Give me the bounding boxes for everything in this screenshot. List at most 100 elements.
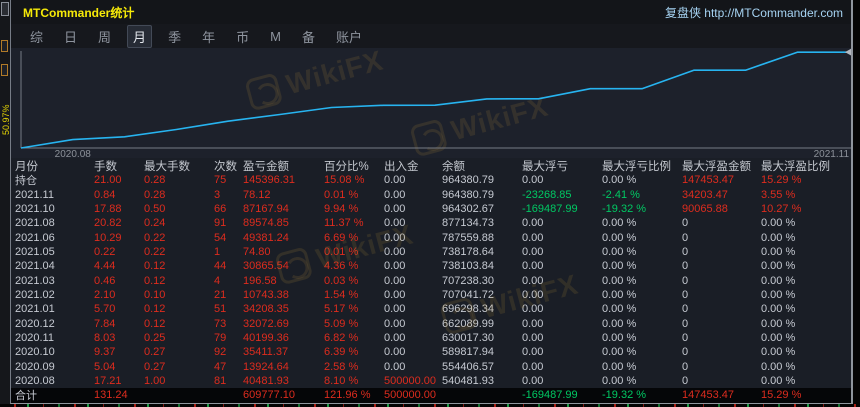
column-header[interactable]: 最大浮亏 xyxy=(522,158,602,174)
cell: 964380.79 xyxy=(442,188,494,201)
table-row[interactable]: 2020.11 8.03 0.25 79 40199.36 6.82 % 0.00 63001… xyxy=(11,331,851,345)
cell: 2.58 % xyxy=(324,360,359,373)
cell: 2021.11 xyxy=(15,188,54,201)
cell: 持仓 xyxy=(15,175,37,188)
cell: 2021.10 xyxy=(15,202,55,215)
menu-item-账户[interactable]: 账户 xyxy=(331,26,367,47)
column-header[interactable]: 手数 xyxy=(94,158,144,174)
brand-link[interactable]: 复盘侠 http://MTCommander.com xyxy=(665,4,843,21)
column-header[interactable]: 余额 xyxy=(442,158,522,174)
menu-item-年[interactable]: 年 xyxy=(197,26,220,47)
mtcommander-stats-window: MTCommander统计 复盘侠 http://MTCommander.com… xyxy=(10,0,853,404)
menu-item-日[interactable]: 日 xyxy=(59,26,82,47)
cell: 15.29 % xyxy=(761,389,802,402)
column-header[interactable]: 最大手数 xyxy=(144,158,214,174)
table-row[interactable]: 2020.09 5.04 0.27 47 13924.64 2.58 % 0.00 55440… xyxy=(11,359,851,373)
table-row[interactable]: 2020.08 17.21 1.00 81 40481.93 8.10 % 500000.0… xyxy=(11,374,851,388)
cell: 554406.57 xyxy=(442,360,494,373)
cell: 91 xyxy=(214,217,227,230)
cell: 964380.79 xyxy=(442,174,494,187)
cell: 0.00 % xyxy=(761,374,796,387)
table-row[interactable]: 持仓 21.00 0.28 75 145396.31 15.08 % 0.00 964380.… xyxy=(11,173,851,187)
column-header[interactable]: 最大浮盈比例 xyxy=(761,158,851,174)
table-total-row[interactable]: 合计 131.24 609777.10 121.96 % 500000.00 -16948… xyxy=(11,388,851,403)
menu-item-月[interactable]: 月 xyxy=(127,24,153,48)
cell: 32072.69 xyxy=(243,317,289,330)
cell: 74.80 xyxy=(243,245,271,258)
menu-item-M[interactable]: M xyxy=(265,28,286,45)
cell: 0 xyxy=(682,260,689,273)
menu-item-综[interactable]: 综 xyxy=(25,26,48,47)
table-row[interactable]: 2021.02 2.10 0.10 21 10743.38 1.54 % 0.00 70704… xyxy=(11,288,851,302)
table-row[interactable]: 2021.10 17.88 0.50 66 87167.94 9.94 % 0.00 9643… xyxy=(11,202,851,216)
cell: 0.00 % xyxy=(761,346,796,359)
menu-item-币[interactable]: 币 xyxy=(231,26,254,47)
table-row[interactable]: 2021.03 0.46 0.12 4 196.58 0.03 % 0.00 707238.3… xyxy=(11,273,851,287)
cell: 合计 xyxy=(15,390,37,403)
cell: 0.00 xyxy=(384,245,406,258)
column-header[interactable]: 最大浮盈金额 xyxy=(682,158,761,174)
cell: 609777.10 xyxy=(243,389,295,402)
cell: 0 xyxy=(682,274,689,287)
table-row[interactable]: 2021.04 4.44 0.12 44 30865.54 4.36 % 0.00 73810… xyxy=(11,259,851,273)
window-title: MTCommander统计 xyxy=(23,5,135,20)
table-row[interactable]: 2020.10 9.37 0.27 92 35411.37 6.39 % 0.00 58981… xyxy=(11,345,851,359)
column-header[interactable]: 盈亏金额 xyxy=(243,158,324,174)
table-row[interactable]: 2021.05 0.22 0.22 1 74.80 0.01 % 0.00 738178.64… xyxy=(11,245,851,259)
cell: 78.12 xyxy=(243,188,271,201)
table-row[interactable]: 2021.06 10.29 0.22 54 49381.24 6.69 % 0.00 7875… xyxy=(11,230,851,244)
cell: 0.50 xyxy=(144,202,166,215)
cell: 0.00 % xyxy=(761,231,796,244)
menu-item-季[interactable]: 季 xyxy=(163,26,186,47)
title-bar[interactable]: MTCommander统计 复盘侠 http://MTCommander.com xyxy=(11,0,851,24)
cell: 0.27 xyxy=(144,346,166,359)
cell: 34203.47 xyxy=(682,188,728,201)
menu-bar: 综日周月季年币 M 备账户 xyxy=(11,24,851,48)
column-header[interactable]: 百分比% xyxy=(324,158,384,174)
cell: 35411.37 xyxy=(243,346,289,359)
table-row[interactable]: 2021.08 20.82 0.24 91 89574.85 11.37 % 0.00 877… xyxy=(11,216,851,230)
table-header-row: 月份 手数 最大手数 次数 盈亏金额 百分比% 出入金 余额 最大浮亏 最大浮亏比例 最大浮盈金额最… xyxy=(11,158,851,173)
table-row[interactable]: 2021.01 5.70 0.12 51 34208.35 5.17 % 0.00 69629… xyxy=(11,302,851,316)
cell: 40481.93 xyxy=(243,374,289,387)
column-header[interactable]: 最大浮亏比例 xyxy=(602,158,682,174)
table-row[interactable]: 2020.12 7.84 0.12 73 32072.69 5.09 % 0.00 66208… xyxy=(11,316,851,330)
menu-item-备[interactable]: 备 xyxy=(297,26,320,47)
table-row[interactable]: 2021.11 0.84 0.28 3 78.12 0.01 % 0.00 964380.79… xyxy=(11,187,851,201)
cell: 6.82 % xyxy=(324,331,359,344)
cell: 3.55 % xyxy=(761,188,796,201)
cell: 2020.11 xyxy=(15,331,54,344)
cell: 662089.99 xyxy=(442,317,494,330)
column-header[interactable]: 月份 xyxy=(15,158,94,174)
cell: 30865.54 xyxy=(243,260,289,273)
cell: 0.00 xyxy=(522,374,544,387)
cell: 0 xyxy=(682,346,689,359)
cell: 1.00 xyxy=(144,374,166,387)
cell: 0.00 xyxy=(384,288,406,301)
cell: 15.29 % xyxy=(761,174,802,187)
column-header[interactable]: 次数 xyxy=(214,158,243,174)
cell: 0.00 % xyxy=(602,245,637,258)
menu-item-周[interactable]: 周 xyxy=(93,26,116,47)
cell: -19.32 % xyxy=(602,389,647,402)
cell: 0.27 xyxy=(144,360,166,373)
cell: 9.94 % xyxy=(324,202,359,215)
svg-text:2020.08: 2020.08 xyxy=(55,149,92,158)
cell: 0 xyxy=(682,303,689,316)
cell: 2020.12 xyxy=(15,317,55,330)
cell: 0.00 xyxy=(384,331,406,344)
cell: 17.21 xyxy=(94,374,122,387)
cell: 0.00 xyxy=(384,346,406,359)
cell: 0.00 % xyxy=(761,288,796,301)
cell: 0.00 xyxy=(384,188,406,201)
cell: 2021.02 xyxy=(15,288,55,301)
cell: 92 xyxy=(214,346,227,359)
column-header[interactable]: 出入金 xyxy=(384,158,442,174)
cell: 540481.93 xyxy=(442,374,494,387)
cell: -19.32 % xyxy=(602,202,647,215)
cell: 0.00 % xyxy=(602,288,637,301)
cell: 10.27 % xyxy=(761,202,802,215)
cell: 90065.88 xyxy=(682,202,728,215)
cell: 0.00 % xyxy=(602,317,637,330)
cell: 0 xyxy=(682,245,689,258)
